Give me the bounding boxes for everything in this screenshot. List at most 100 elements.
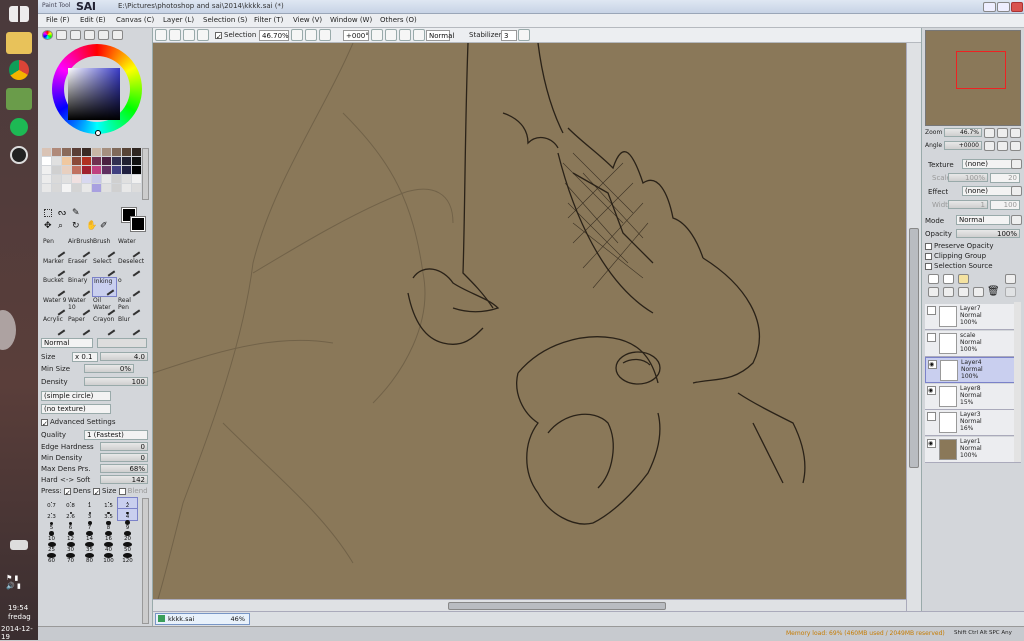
layer-mode-select[interactable]: Normal: [956, 215, 1010, 225]
color-swatch[interactable]: [42, 157, 51, 165]
palette-tab[interactable]: [112, 30, 123, 40]
color-swatch[interactable]: [102, 166, 111, 174]
color-swatch[interactable]: [42, 148, 51, 156]
width-slider[interactable]: 1: [948, 200, 988, 209]
nav-zoom-out-button[interactable]: [984, 128, 995, 138]
brush-size-preset[interactable]: 6: [61, 520, 80, 531]
move-layer-button[interactable]: [1005, 287, 1016, 297]
stabilizer-dropdown[interactable]: [518, 29, 530, 41]
color-swatch[interactable]: [122, 148, 131, 156]
canvas-horizontal-scrollbar[interactable]: [153, 599, 906, 611]
tool-select[interactable]: Select: [92, 258, 117, 278]
brush-size-preset[interactable]: 120: [118, 553, 137, 564]
tool-water-9[interactable]: Water 9: [42, 297, 67, 317]
brush-size-preset[interactable]: 9: [118, 520, 137, 531]
brush-size-preset[interactable]: 12: [61, 531, 80, 542]
canvas-vertical-scrollbar[interactable]: [906, 43, 921, 611]
layer-opacity-slider[interactable]: 100%: [956, 229, 1020, 238]
layer-row[interactable]: scale Normal 100%: [925, 330, 1021, 357]
color-swatch[interactable]: [102, 184, 111, 192]
paint-tool-sai-icon[interactable]: [6, 88, 32, 110]
brush-size-preset[interactable]: 5: [42, 520, 61, 531]
blend-mode-select[interactable]: Normal: [41, 338, 93, 348]
close-button[interactable]: [1011, 2, 1023, 12]
eye-icon[interactable]: ◉: [928, 360, 937, 369]
brush-size-preset[interactable]: 2: [117, 497, 138, 510]
spotify-icon[interactable]: [10, 118, 28, 136]
menu-filter[interactable]: Filter (T): [254, 16, 283, 24]
color-swatch[interactable]: [132, 175, 141, 183]
color-swatch[interactable]: [92, 184, 101, 192]
size-multiplier[interactable]: x 0.1: [72, 352, 98, 362]
color-swatch[interactable]: [122, 184, 131, 192]
menu-canvas[interactable]: Canvas (C): [116, 16, 154, 24]
keyboard-icon[interactable]: [10, 540, 28, 550]
brush-size-preset[interactable]: 100: [99, 553, 118, 564]
layer-row[interactable]: Layer3 Normal 16%: [925, 410, 1021, 436]
nav-zoom-in-button[interactable]: [997, 128, 1008, 138]
undo-button[interactable]: [155, 29, 167, 41]
density-slider[interactable]: 100: [84, 377, 148, 386]
brush-size-preset[interactable]: 2.6: [61, 509, 80, 520]
width-value[interactable]: 100: [990, 200, 1020, 210]
hard-soft-slider[interactable]: 142: [100, 475, 148, 484]
nav-angle-slider[interactable]: +0000: [944, 141, 982, 150]
tool-brush[interactable]: Brush: [92, 238, 117, 258]
color-swatch[interactable]: [62, 184, 71, 192]
tool-water-10[interactable]: Water 10: [67, 297, 92, 317]
selection-source-checkbox[interactable]: [925, 262, 932, 270]
color-swatch[interactable]: [112, 175, 121, 183]
color-swatch[interactable]: [72, 175, 81, 183]
new-linework-layer-button[interactable]: [943, 274, 954, 284]
tool-crayon[interactable]: Crayon: [92, 316, 117, 336]
color-swatch[interactable]: [42, 175, 51, 183]
max-dens-slider[interactable]: 68%: [100, 464, 148, 473]
press-size-checkbox[interactable]: ✓: [93, 487, 101, 497]
effect-dropdown[interactable]: [1011, 186, 1022, 196]
menu-others[interactable]: Others (O): [380, 16, 417, 24]
color-wheel-tab[interactable]: [42, 30, 53, 40]
rotate-right-button[interactable]: [385, 29, 397, 41]
color-swatch[interactable]: [112, 148, 121, 156]
texture-select[interactable]: (none): [962, 159, 1014, 169]
advanced-settings-toggle[interactable]: ✓ Advanced Settings: [41, 418, 116, 428]
navigator-viewport[interactable]: [956, 51, 1006, 89]
document-tab[interactable]: kkkk.sai 46%: [155, 613, 250, 625]
layer-row[interactable]: ◉ Layer4 Normal 100%: [925, 357, 1021, 383]
tool-real-pen[interactable]: Real Pen: [117, 297, 142, 317]
menu-view[interactable]: View (V): [293, 16, 322, 24]
color-swatch[interactable]: [42, 166, 51, 174]
color-swatch[interactable]: [62, 157, 71, 165]
brush-size-preset[interactable]: 70: [61, 553, 80, 564]
secondary-color[interactable]: [130, 216, 146, 232]
color-mode-tabs[interactable]: [40, 30, 130, 40]
color-swatch[interactable]: [102, 175, 111, 183]
preserve-opacity-row[interactable]: Preserve Opacity: [925, 242, 994, 250]
color-swatch[interactable]: [122, 157, 131, 165]
color-swatch[interactable]: [72, 157, 81, 165]
swatch-scrollbar[interactable]: [142, 148, 149, 200]
copy-layer-button[interactable]: [928, 287, 939, 297]
brush-texture-select[interactable]: (no texture): [41, 404, 111, 414]
clipping-group-row[interactable]: Clipping Group: [925, 252, 986, 260]
edge-hardness-slider[interactable]: 0: [100, 442, 148, 451]
vertical-scroll-thumb[interactable]: [909, 228, 919, 468]
quality-select[interactable]: 1 (Fastest): [84, 430, 148, 440]
color-swatch[interactable]: [62, 148, 71, 156]
zoom-in-button[interactable]: [305, 29, 317, 41]
windows-start-icon[interactable]: [9, 6, 29, 22]
brush-size-preset[interactable]: 40: [99, 542, 118, 553]
tray-icons[interactable]: ⚑ ▮ 🔊 ▮: [6, 574, 32, 598]
selection-source-row[interactable]: Selection Source: [925, 262, 993, 270]
nav-zoom-slider[interactable]: 46.7%: [944, 128, 982, 137]
brush-size-preset[interactable]: 10: [42, 531, 61, 542]
brush-preset-scrollbar[interactable]: [142, 498, 149, 624]
clear-layer-button[interactable]: [973, 287, 984, 297]
nav-rotate-left-button[interactable]: [984, 141, 995, 151]
brush-size-preset[interactable]: 20: [118, 531, 137, 542]
color-swatch[interactable]: [52, 157, 61, 165]
hue-cursor[interactable]: [95, 130, 101, 136]
nav-rotate-right-button[interactable]: [997, 141, 1008, 151]
brush-size-preset[interactable]: 60: [42, 553, 61, 564]
brush-size-preset[interactable]: 3: [80, 509, 99, 520]
